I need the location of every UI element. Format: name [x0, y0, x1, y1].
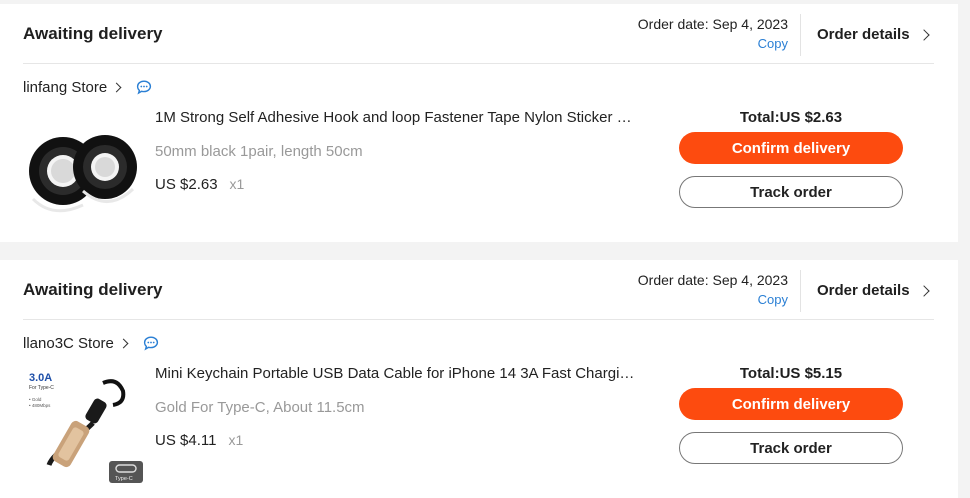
product-variant: 50mm black 1pair, length 50cm: [155, 143, 363, 160]
divider: [800, 270, 801, 312]
track-order-button[interactable]: Track order: [679, 176, 903, 208]
product-image[interactable]: [23, 109, 143, 229]
product-title-link[interactable]: Mini Keychain Portable USB Data Cable fo…: [155, 365, 635, 382]
order-status: Awaiting delivery: [23, 280, 163, 299]
order-total: Total:US $2.63: [739, 109, 843, 126]
chevron-right-icon: [111, 82, 122, 93]
type-label: For Type-C: [29, 385, 54, 391]
price-value: US $2.63: [155, 176, 218, 193]
track-order-button[interactable]: Track order: [679, 432, 903, 464]
confirm-delivery-button[interactable]: Confirm delivery: [679, 132, 903, 164]
quantity: x1: [228, 432, 244, 448]
order-details-label: Order details: [817, 26, 910, 43]
chevron-right-icon: [917, 29, 930, 41]
product-price: US $2.63 x1: [155, 176, 244, 193]
order-details-link[interactable]: Order details: [817, 26, 930, 43]
amp-label: 3.0A: [29, 372, 52, 384]
product-variant: Gold For Type-C, About 11.5cm: [155, 399, 365, 416]
store-name: linfang Store: [23, 79, 108, 96]
order-details-label: Order details: [817, 282, 910, 299]
store-link[interactable]: linfang Store: [23, 79, 152, 96]
copy-link[interactable]: Copy: [758, 36, 788, 51]
product-title-link[interactable]: 1M Strong Self Adhesive Hook and loop Fa…: [155, 109, 635, 126]
product-image[interactable]: 3.0A For Type-C • Gold • 480Mbps Type-C: [23, 365, 143, 485]
order-date: Order date: Sep 4, 2023: [637, 16, 788, 32]
chat-bubble-icon[interactable]: [143, 336, 159, 351]
bullet-2: • 480Mbps: [29, 403, 51, 408]
chat-bubble-icon[interactable]: [136, 80, 152, 95]
chevron-right-icon: [917, 285, 930, 297]
price-value: US $4.11: [155, 432, 217, 449]
store-name: llano3C Store: [23, 335, 114, 352]
order-total: Total:US $5.15: [739, 365, 843, 382]
order-date: Order date: Sep 4, 2023: [637, 272, 788, 288]
confirm-delivery-button[interactable]: Confirm delivery: [679, 388, 903, 420]
order-status: Awaiting delivery: [23, 24, 163, 43]
divider: [800, 14, 801, 56]
product-price: US $4.11 x1: [155, 432, 243, 449]
order-card: Awaiting delivery Order date: Sep 4, 202…: [0, 260, 958, 498]
quantity: x1: [229, 176, 245, 192]
chevron-right-icon: [118, 338, 129, 349]
store-link[interactable]: llano3C Store: [23, 335, 159, 352]
copy-link[interactable]: Copy: [758, 292, 788, 307]
divider: [23, 319, 934, 320]
order-card: Awaiting delivery Order date: Sep 4, 202…: [0, 4, 958, 242]
order-details-link[interactable]: Order details: [817, 282, 930, 299]
type-c-badge: Type-C: [115, 476, 133, 482]
divider: [23, 63, 934, 64]
bullet-1: • Gold: [29, 397, 42, 402]
